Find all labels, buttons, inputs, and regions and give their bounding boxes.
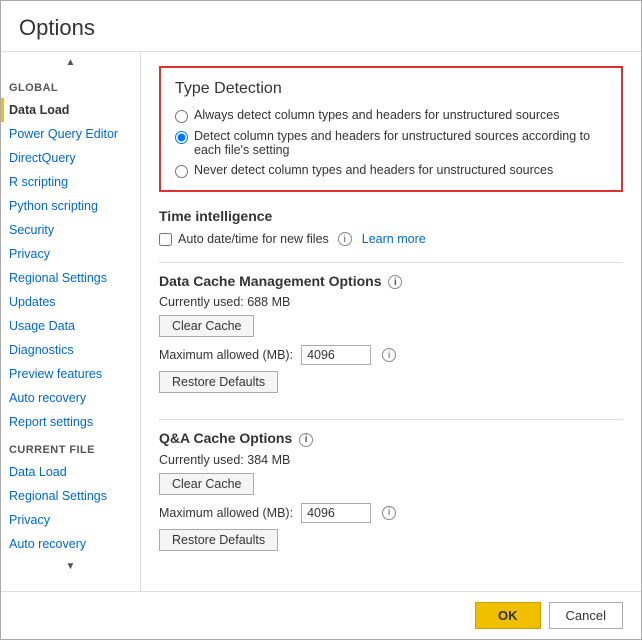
- data-cache-title: Data Cache Management Options i: [159, 273, 623, 289]
- qa-cache-info-icon: i: [299, 433, 313, 447]
- type-detection-options: Always detect column types and headers f…: [175, 108, 607, 178]
- data-cache-section: Data Cache Management Options i Currentl…: [159, 273, 623, 401]
- sidebar-item-python-scripting[interactable]: Python scripting: [1, 194, 140, 218]
- data-cache-clear-button[interactable]: Clear Cache: [159, 315, 254, 337]
- data-cache-used: Currently used: 688 MB: [159, 295, 623, 309]
- sidebar-item-report-settings[interactable]: Report settings: [1, 410, 140, 434]
- divider-1: [159, 262, 623, 263]
- sidebar-item-data-load[interactable]: Data Load: [1, 98, 140, 122]
- radio-per-file[interactable]: [175, 131, 188, 144]
- sidebar-item-cf-privacy[interactable]: Privacy: [1, 508, 140, 532]
- radio-never-label: Never detect column types and headers fo…: [194, 163, 553, 177]
- time-intelligence-section: Time intelligence Auto date/time for new…: [159, 208, 623, 246]
- sidebar: ▲ GLOBAL Data Load Power Query Editor Di…: [1, 52, 141, 591]
- sidebar-item-diagnostics[interactable]: Diagnostics: [1, 338, 140, 362]
- radio-per-file-label: Detect column types and headers for unst…: [194, 129, 607, 157]
- qa-cache-max-input[interactable]: [301, 503, 371, 523]
- dialog-body: ▲ GLOBAL Data Load Power Query Editor Di…: [1, 52, 641, 591]
- divider-2: [159, 419, 623, 420]
- main-content: Type Detection Always detect column type…: [141, 52, 641, 591]
- data-cache-restore-button[interactable]: Restore Defaults: [159, 371, 278, 393]
- qa-cache-used: Currently used: 384 MB: [159, 453, 623, 467]
- sidebar-item-security[interactable]: Security: [1, 218, 140, 242]
- sidebar-item-r-scripting[interactable]: R scripting: [1, 170, 140, 194]
- data-cache-max-info-icon: i: [382, 348, 396, 362]
- auto-datetime-info-icon: i: [338, 232, 352, 246]
- options-dialog: Options ▲ GLOBAL Data Load Power Query E…: [0, 0, 642, 640]
- qa-cache-max-label: Maximum allowed (MB):: [159, 506, 293, 520]
- data-cache-max-input[interactable]: [301, 345, 371, 365]
- type-detection-option-always[interactable]: Always detect column types and headers f…: [175, 108, 607, 123]
- sidebar-item-auto-recovery[interactable]: Auto recovery: [1, 386, 140, 410]
- sidebar-item-cf-data-load[interactable]: Data Load: [1, 460, 140, 484]
- sidebar-item-privacy[interactable]: Privacy: [1, 242, 140, 266]
- sidebar-item-cf-regional-settings[interactable]: Regional Settings: [1, 484, 140, 508]
- sidebar-scroll-down[interactable]: ▼: [1, 556, 140, 576]
- auto-datetime-row: Auto date/time for new files i Learn mor…: [159, 232, 623, 246]
- type-detection-section: Type Detection Always detect column type…: [159, 66, 623, 192]
- sidebar-scroll[interactable]: ▲ GLOBAL Data Load Power Query Editor Di…: [1, 52, 140, 591]
- sidebar-item-regional-settings[interactable]: Regional Settings: [1, 266, 140, 290]
- data-cache-info-icon: i: [388, 275, 402, 289]
- sidebar-item-directquery[interactable]: DirectQuery: [1, 146, 140, 170]
- type-detection-option-never[interactable]: Never detect column types and headers fo…: [175, 163, 607, 178]
- ok-button[interactable]: OK: [475, 602, 541, 629]
- current-file-section-label: CURRENT FILE: [1, 434, 140, 460]
- global-section-label: GLOBAL: [1, 72, 140, 98]
- time-intelligence-title: Time intelligence: [159, 208, 623, 224]
- qa-cache-section: Q&A Cache Options i Currently used: 384 …: [159, 430, 623, 558]
- qa-cache-clear-button[interactable]: Clear Cache: [159, 473, 254, 495]
- learn-more-link[interactable]: Learn more: [362, 232, 426, 246]
- dialog-title: Options: [1, 1, 641, 52]
- sidebar-item-preview-features[interactable]: Preview features: [1, 362, 140, 386]
- auto-datetime-label: Auto date/time for new files: [178, 232, 329, 246]
- type-detection-title: Type Detection: [175, 80, 607, 98]
- data-cache-max-row: Maximum allowed (MB): i: [159, 345, 623, 365]
- radio-always-label: Always detect column types and headers f…: [194, 108, 559, 122]
- auto-datetime-checkbox[interactable]: [159, 233, 172, 246]
- cancel-button[interactable]: Cancel: [549, 602, 623, 629]
- sidebar-scroll-up[interactable]: ▲: [1, 52, 140, 72]
- radio-always[interactable]: [175, 110, 188, 123]
- qa-cache-max-row: Maximum allowed (MB): i: [159, 503, 623, 523]
- type-detection-option-per-file[interactable]: Detect column types and headers for unst…: [175, 129, 607, 157]
- sidebar-item-power-query-editor[interactable]: Power Query Editor: [1, 122, 140, 146]
- data-cache-max-label: Maximum allowed (MB):: [159, 348, 293, 362]
- sidebar-item-usage-data[interactable]: Usage Data: [1, 314, 140, 338]
- qa-cache-max-info-icon: i: [382, 506, 396, 520]
- qa-cache-restore-button[interactable]: Restore Defaults: [159, 529, 278, 551]
- sidebar-item-updates[interactable]: Updates: [1, 290, 140, 314]
- sidebar-item-cf-auto-recovery[interactable]: Auto recovery: [1, 532, 140, 556]
- radio-never[interactable]: [175, 165, 188, 178]
- dialog-footer: OK Cancel: [1, 591, 641, 639]
- qa-cache-title: Q&A Cache Options i: [159, 430, 623, 446]
